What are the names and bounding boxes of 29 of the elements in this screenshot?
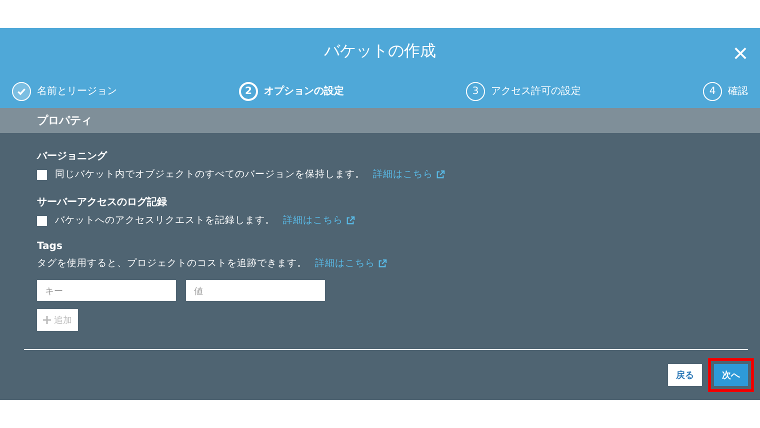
dialog-title: バケットの作成 bbox=[324, 40, 436, 62]
option-heading: バージョニング bbox=[37, 150, 108, 163]
back-button[interactable]: 戻る bbox=[668, 364, 702, 386]
step-label[interactable]: アクセス許可の設定 bbox=[491, 84, 581, 98]
step-number: 4 bbox=[703, 82, 722, 100]
option-label: バケットへのアクセスリクエストを記録します。 bbox=[55, 214, 275, 227]
step-number: 2 bbox=[239, 82, 258, 100]
external-link-icon bbox=[436, 170, 445, 179]
details-link[interactable]: 詳細はこちら bbox=[315, 257, 387, 270]
key-field[interactable]: キー bbox=[37, 280, 176, 301]
close-button[interactable]: × bbox=[730, 40, 750, 66]
step-number: 3 bbox=[466, 82, 485, 100]
tags-heading: Tags bbox=[37, 241, 64, 252]
checkbox[interactable] bbox=[37, 216, 47, 226]
external-link-icon bbox=[346, 216, 355, 225]
checkbox[interactable] bbox=[37, 170, 47, 180]
section-title: プロパティ bbox=[37, 113, 92, 128]
step-label[interactable]: 確認 bbox=[728, 84, 748, 98]
step-label[interactable]: 名前とリージョン bbox=[37, 84, 117, 98]
option-label: 同じバケット内でオブジェクトのすべてのバージョンを保持します。 bbox=[55, 168, 365, 181]
external-link-icon bbox=[378, 259, 387, 268]
next-button[interactable]: 次へ bbox=[714, 364, 748, 386]
step-label[interactable]: オプションの設定 bbox=[264, 84, 344, 98]
tags-description: タグを使用すると、プロジェクトのコストを追跡できます。 bbox=[37, 257, 307, 270]
option-heading: サーバーアクセスのログ記録 bbox=[37, 196, 168, 209]
plus-icon bbox=[43, 316, 51, 324]
details-link[interactable]: 詳細はこちら bbox=[283, 214, 355, 227]
details-link[interactable]: 詳細はこちら bbox=[373, 168, 445, 181]
value-field[interactable]: 値 bbox=[186, 280, 325, 301]
